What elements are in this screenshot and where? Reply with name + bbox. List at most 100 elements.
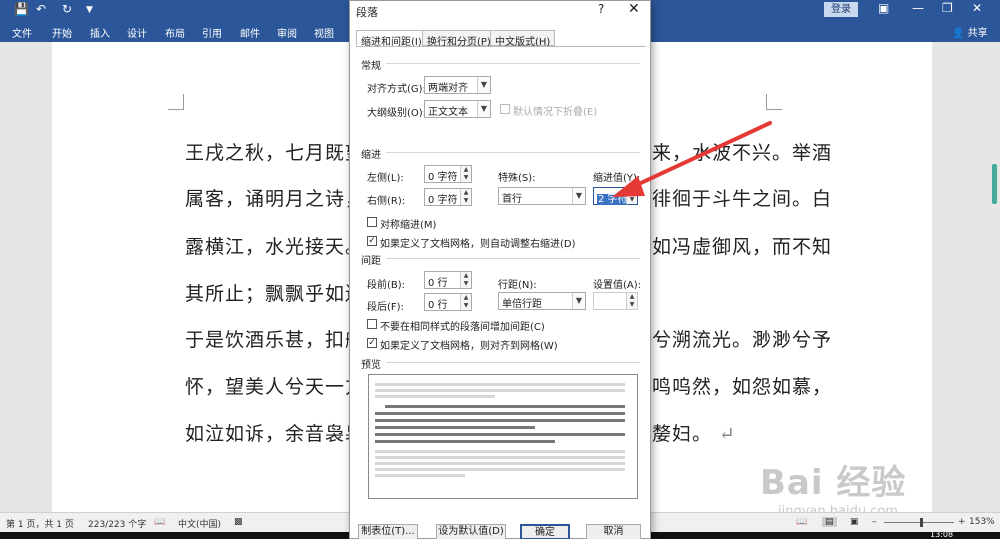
doc-line-4[interactable]: 其所止；飘飘乎如遗 xyxy=(185,279,365,306)
preview-divider xyxy=(386,362,640,363)
undo-icon[interactable]: ↶ xyxy=(36,2,46,16)
tab-design[interactable]: 设计 xyxy=(127,25,147,40)
spin-down-icon[interactable]: ▼ xyxy=(460,197,471,205)
spin-up-icon[interactable]: ▲ xyxy=(460,272,471,280)
mirror-indents-label: 对称缩进(M) xyxy=(380,220,437,231)
help-icon[interactable]: ? xyxy=(598,2,604,16)
page-count[interactable]: 第 1 页，共 1 页 xyxy=(6,517,74,530)
customize-qa-icon[interactable]: ▼ xyxy=(86,5,93,15)
line-spacing-select[interactable]: 单倍行距 ▼ xyxy=(498,292,586,310)
print-layout-icon[interactable]: ▤ xyxy=(822,517,837,527)
alignment-select[interactable]: 两端对齐 ▼ xyxy=(424,76,491,94)
tab-mailings[interactable]: 邮件 xyxy=(240,25,260,40)
doc-line-7-right-text: 嫠妇。 xyxy=(652,423,713,445)
spacing-at-spinner[interactable]: ▲ ▼ xyxy=(593,292,638,310)
chevron-down-icon: ▼ xyxy=(477,77,490,93)
auto-adjust-indent-checkbox[interactable]: ✓ xyxy=(367,236,377,246)
doc-line-7-right[interactable]: 嫠妇。 ↵ xyxy=(652,419,736,446)
special-indent-select[interactable]: 首行 ▼ xyxy=(498,187,586,205)
tab-divider xyxy=(356,46,646,47)
tab-line-page-breaks[interactable]: 换行和分页(P) xyxy=(422,30,496,48)
macro-icon[interactable]: ▩ xyxy=(234,517,243,527)
zoom-slider-thumb[interactable] xyxy=(920,518,923,527)
cancel-button[interactable]: 取消 xyxy=(586,524,641,539)
space-before-value: 0 行 xyxy=(428,278,448,289)
share-button[interactable]: 👤 共享 xyxy=(952,24,988,39)
tab-asian-typography[interactable]: 中文版式(H) xyxy=(490,30,556,48)
outline-level-select[interactable]: 正文文本 ▼ xyxy=(424,100,491,118)
spin-down-icon[interactable]: ▼ xyxy=(460,174,471,182)
tab-references[interactable]: 引用 xyxy=(202,25,222,40)
tab-layout[interactable]: 布局 xyxy=(165,25,185,40)
doc-line-3[interactable]: 露横江，水光接天。 xyxy=(185,232,365,259)
space-before-spinner[interactable]: 0 行 ▲ ▼ xyxy=(424,271,472,289)
preview-box xyxy=(368,374,638,499)
login-button[interactable]: 登录 xyxy=(824,2,858,17)
paragraph-mark-icon: ↵ xyxy=(712,423,736,445)
collapse-checkbox[interactable] xyxy=(500,104,510,114)
tabs-button[interactable]: 制表位(T)... xyxy=(358,524,418,539)
right-indent-value: 0 字符 xyxy=(428,195,458,206)
mirror-indents-checkbox[interactable] xyxy=(367,217,377,227)
zoom-level[interactable]: 153% xyxy=(969,517,995,527)
web-layout-icon[interactable]: ▣ xyxy=(850,517,859,527)
save-icon[interactable]: 💾 xyxy=(14,2,29,16)
ribbon-display-icon[interactable]: ▣ xyxy=(878,1,889,15)
indent-by-spinner[interactable]: 2 字符 ▲ ▼ xyxy=(593,187,638,205)
doc-line-5[interactable]: 于是饮酒乐甚，扣舷 xyxy=(185,325,365,352)
preview-line xyxy=(375,395,495,398)
close-window-icon[interactable]: ✕ xyxy=(972,1,982,15)
proofing-icon[interactable]: 📖 xyxy=(154,517,165,527)
doc-line-3-right[interactable]: 如冯虚御风，而不知 xyxy=(652,232,832,259)
tab-file[interactable]: 文件 xyxy=(12,25,32,40)
left-indent-spinner[interactable]: 0 字符 ▲ ▼ xyxy=(424,165,472,183)
left-indent-label: 左侧(L): xyxy=(367,173,404,184)
spin-up-icon[interactable]: ▲ xyxy=(460,166,471,174)
minimize-icon[interactable]: — xyxy=(912,1,924,15)
set-default-button[interactable]: 设为默认值(D) xyxy=(436,524,506,539)
tab-review[interactable]: 审阅 xyxy=(277,25,297,40)
no-space-same-style-checkbox[interactable] xyxy=(367,319,377,329)
spin-up-icon[interactable]: ▲ xyxy=(460,294,471,302)
zoom-in-icon[interactable]: + xyxy=(958,517,966,527)
general-divider xyxy=(386,63,640,64)
language-status[interactable]: 中文(中国) xyxy=(178,517,221,530)
snap-to-grid-label: 如果定义了文档网格，则对齐到网格(W) xyxy=(380,341,558,352)
preview-line xyxy=(375,474,465,477)
person-icon: 👤 xyxy=(952,28,965,39)
right-indent-spinner[interactable]: 0 字符 ▲ ▼ xyxy=(424,188,472,206)
snap-to-grid-checkbox[interactable]: ✓ xyxy=(367,338,377,348)
vertical-scrollbar-thumb[interactable] xyxy=(992,164,997,204)
tab-home[interactable]: 开始 xyxy=(52,25,72,40)
dialog-close-icon[interactable]: ✕ xyxy=(628,1,640,17)
zoom-out-icon[interactable]: – xyxy=(872,517,877,527)
preview-line xyxy=(375,383,625,386)
doc-line-1-right[interactable]: 来，水波不兴。举酒 xyxy=(652,138,832,165)
restore-icon[interactable]: ❐ xyxy=(942,1,953,15)
spin-down-icon[interactable]: ▼ xyxy=(626,196,637,204)
tab-view[interactable]: 视图 xyxy=(314,25,334,40)
spin-down-icon[interactable]: ▼ xyxy=(460,302,471,310)
zoom-slider-track[interactable] xyxy=(884,522,954,523)
dialog-title: 段落 xyxy=(356,6,378,19)
redo-icon[interactable]: ↻ xyxy=(62,2,72,16)
read-mode-icon[interactable]: 📖 xyxy=(796,517,807,527)
ok-button[interactable]: 确定 xyxy=(520,524,570,539)
spin-up-icon[interactable]: ▲ xyxy=(460,189,471,197)
doc-line-6-right[interactable]: 鸣呜然，如怨如慕， xyxy=(652,372,832,399)
alignment-label: 对齐方式(G): xyxy=(367,84,426,95)
doc-line-5-right[interactable]: 兮溯流光。渺渺兮予 xyxy=(652,325,832,352)
margin-corner-tl xyxy=(168,94,184,110)
spin-up-icon[interactable]: ▲ xyxy=(626,188,637,196)
preview-line xyxy=(375,440,555,443)
tab-insert[interactable]: 插入 xyxy=(90,25,110,40)
tab-indents-spacing[interactable]: 缩进和间距(I) xyxy=(356,30,427,48)
spin-down-icon[interactable]: ▼ xyxy=(626,301,637,309)
word-count[interactable]: 223/223 个字 xyxy=(88,517,146,530)
watermark: Bai 经验 jingyan.baidu.com xyxy=(760,455,906,519)
doc-line-2-right[interactable]: 徘徊于斗牛之间。白 xyxy=(652,184,832,211)
spin-down-icon[interactable]: ▼ xyxy=(460,280,471,288)
spin-up-icon[interactable]: ▲ xyxy=(626,293,637,301)
doc-line-2[interactable]: 属客，诵明月之诗， xyxy=(185,184,365,211)
space-after-spinner[interactable]: 0 行 ▲ ▼ xyxy=(424,293,472,311)
